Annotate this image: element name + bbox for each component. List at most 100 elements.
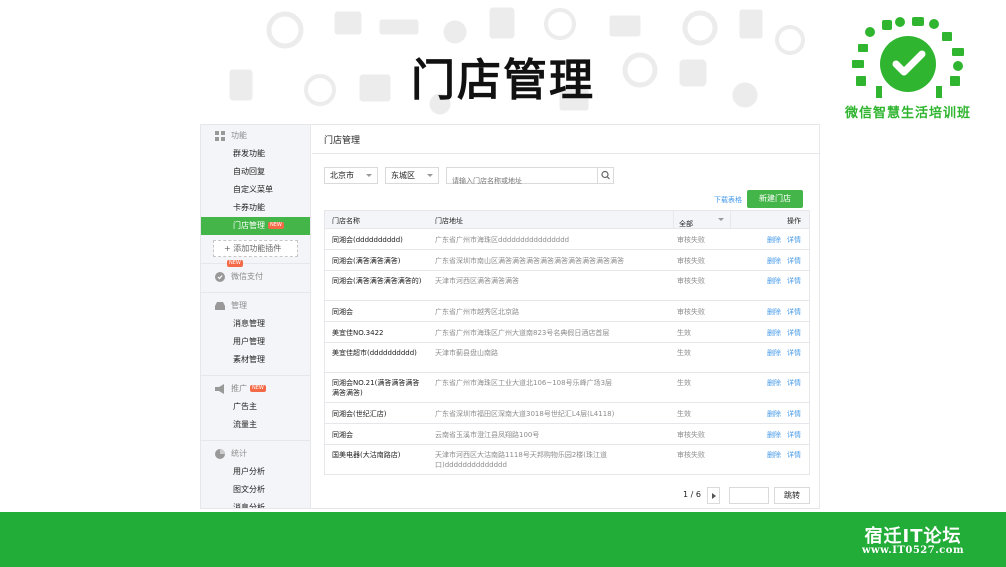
sidebar-item-materials[interactable]: 素材管理 [201, 351, 310, 369]
next-page-button[interactable] [707, 487, 720, 504]
detail-link[interactable]: 详情 [787, 430, 801, 440]
table-row: 美宜佳超市(dddddddddd) 天津市蓟县盘山南路 生效 删除 详情 [325, 343, 809, 373]
delete-link[interactable]: 删除 [767, 276, 781, 286]
sidebar-group-label: 推广 [231, 384, 247, 393]
new-badge: NEW [227, 260, 243, 267]
sidebar-item-mass-send[interactable]: 群发功能 [201, 145, 310, 163]
delete-link[interactable]: 删除 [767, 328, 781, 338]
header-action: 操作 [787, 217, 801, 225]
store-status: 生效 [677, 410, 691, 418]
wechat-logo-icon [852, 17, 964, 98]
delete-link[interactable]: 删除 [767, 307, 781, 317]
status-filter-dropdown[interactable]: 全部 [673, 211, 731, 228]
detail-link[interactable]: 详情 [787, 378, 801, 388]
delete-link[interactable]: 删除 [767, 235, 781, 245]
pay-icon [215, 272, 225, 282]
store-status: 审核失败 [677, 277, 705, 285]
wechat-training-logo: 微信智慧生活培训班 [838, 14, 978, 124]
district-select-value: 东城区 [391, 171, 415, 180]
store-address: 云南省玉溪市澄江县凤翔路100号 [435, 431, 540, 439]
sidebar-group-management: 管理 [201, 297, 310, 315]
sidebar-item-advertiser[interactable]: 广告主 [201, 398, 310, 416]
detail-link[interactable]: 详情 [787, 348, 801, 358]
detail-link[interactable]: 详情 [787, 409, 801, 419]
download-table-link[interactable]: 下载表格 [714, 195, 742, 205]
delete-link[interactable]: 删除 [767, 409, 781, 419]
store-name: 同湘会 [332, 308, 353, 316]
delete-link[interactable]: 删除 [767, 450, 781, 460]
store-address: 天津市河西区满答满答满答 [435, 277, 519, 285]
new-badge: NEW [250, 385, 266, 392]
store-name: 同湘会(满答满答满答满答的) [332, 277, 422, 285]
sidebar-group-label: 管理 [231, 301, 247, 310]
detail-link[interactable]: 详情 [787, 276, 801, 286]
new-badge: NEW [268, 222, 284, 229]
sidebar-item-messages[interactable]: 消息管理 [201, 315, 310, 333]
sidebar-item-publisher[interactable]: 流量主 [201, 416, 310, 434]
sidebar-item-custom-menu[interactable]: 自定义菜单 [201, 181, 310, 199]
store-name: 同湘会 [332, 431, 353, 439]
detail-link[interactable]: 详情 [787, 256, 801, 266]
store-name: 同湘会NO.21(满答满答满答满答满答) [332, 379, 420, 397]
page-title: 门店管理 [324, 136, 361, 146]
store-address: 天津市河西区大沽南路1118号天邦购物乐园2楼(珠江道口)ddddddddddd… [435, 451, 607, 469]
megaphone-icon [215, 384, 224, 394]
sidebar-group-label: 功能 [231, 131, 247, 140]
store-status: 审核失败 [677, 431, 705, 439]
delete-link[interactable]: 删除 [767, 378, 781, 388]
delete-link[interactable]: 删除 [767, 430, 781, 440]
sidebar-item-store-management[interactable]: 门店管理 NEW [201, 217, 310, 235]
district-select[interactable]: 东城区 [385, 167, 439, 184]
table-row: 同湘会 云南省玉溪市澄江县凤翔路100号 审核失败 删除 详情 [325, 424, 809, 445]
table-row: 美宜佳NO.3422 广东省广州市海珠区广州大道南823号名典假日酒店首层 生效… [325, 322, 809, 343]
sidebar-group-statistics: 统计 [201, 445, 310, 463]
chevron-down-icon [366, 174, 372, 177]
delete-link[interactable]: 删除 [767, 348, 781, 358]
sidebar-divider [201, 292, 310, 293]
sidebar-item-coupons[interactable]: 卡券功能 [201, 199, 310, 217]
table-header: 门店名称 门店地址 全部 操作 [325, 211, 809, 229]
sidebar-divider [201, 263, 310, 264]
sidebar-item-message-analysis[interactable]: 消息分析 [201, 499, 310, 508]
city-select[interactable]: 北京市 [324, 167, 378, 184]
inbox-icon [215, 302, 225, 310]
table-row: 国美电器(大沽南路店) 天津市河西区大沽南路1118号天邦购物乐园2楼(珠江道口… [325, 445, 809, 475]
chevron-down-icon [718, 218, 724, 221]
sidebar-group-label: 统计 [231, 449, 247, 458]
store-status: 生效 [677, 349, 691, 357]
sidebar-group-promotion: 推广 NEW [201, 380, 310, 398]
sidebar-item-label: 门店管理 [233, 221, 265, 230]
detail-link[interactable]: 详情 [787, 450, 801, 460]
detail-link[interactable]: 详情 [787, 235, 801, 245]
search-icon [601, 170, 610, 180]
store-name: 国美电器(大沽南路店) [332, 451, 401, 459]
city-select-value: 北京市 [330, 171, 354, 180]
detail-link[interactable]: 详情 [787, 328, 801, 338]
sidebar-item-article-analysis[interactable]: 图文分析 [201, 481, 310, 499]
main-content: 门店管理 北京市 东城区 下载表格 新建门店 门店名称 门店地址 全部 [312, 125, 819, 508]
store-name: 同湘会(满答满答满答) [332, 257, 401, 265]
sidebar-item-users[interactable]: 用户管理 [201, 333, 310, 351]
store-name: 美宜佳超市(dddddddddd) [332, 349, 417, 357]
sidebar-item-user-analysis[interactable]: 用户分析 [201, 463, 310, 481]
store-search-input[interactable] [447, 173, 595, 189]
add-plugin-button[interactable]: + 添加功能插件 NEW [213, 240, 298, 267]
sidebar-group-wechat-pay[interactable]: 微信支付 [201, 268, 310, 286]
header-store-name: 门店名称 [332, 217, 360, 225]
store-table: 门店名称 门店地址 全部 操作 同湘会(dddddddddd) 广东省广州市海珠… [324, 210, 810, 475]
detail-link[interactable]: 详情 [787, 307, 801, 317]
forum-url: www.IT0527.com [861, 545, 965, 556]
store-search-box [446, 167, 614, 189]
store-address: 广东省深圳市南山区满答满答满答满答满答满答满答满答满答 [435, 257, 624, 265]
jump-button[interactable]: 跳转 [774, 487, 810, 504]
store-address: 天津市蓟县盘山南路 [435, 349, 498, 357]
new-store-button[interactable]: 新建门店 [747, 190, 803, 208]
sidebar-divider [201, 440, 310, 441]
sidebar-group-features: 功能 [201, 127, 310, 145]
store-name: 美宜佳NO.3422 [332, 329, 384, 337]
grid-icon [215, 131, 225, 141]
search-button[interactable] [597, 168, 613, 183]
sidebar-item-auto-reply[interactable]: 自动回复 [201, 163, 310, 181]
delete-link[interactable]: 删除 [767, 256, 781, 266]
page-number-input[interactable] [729, 487, 769, 504]
